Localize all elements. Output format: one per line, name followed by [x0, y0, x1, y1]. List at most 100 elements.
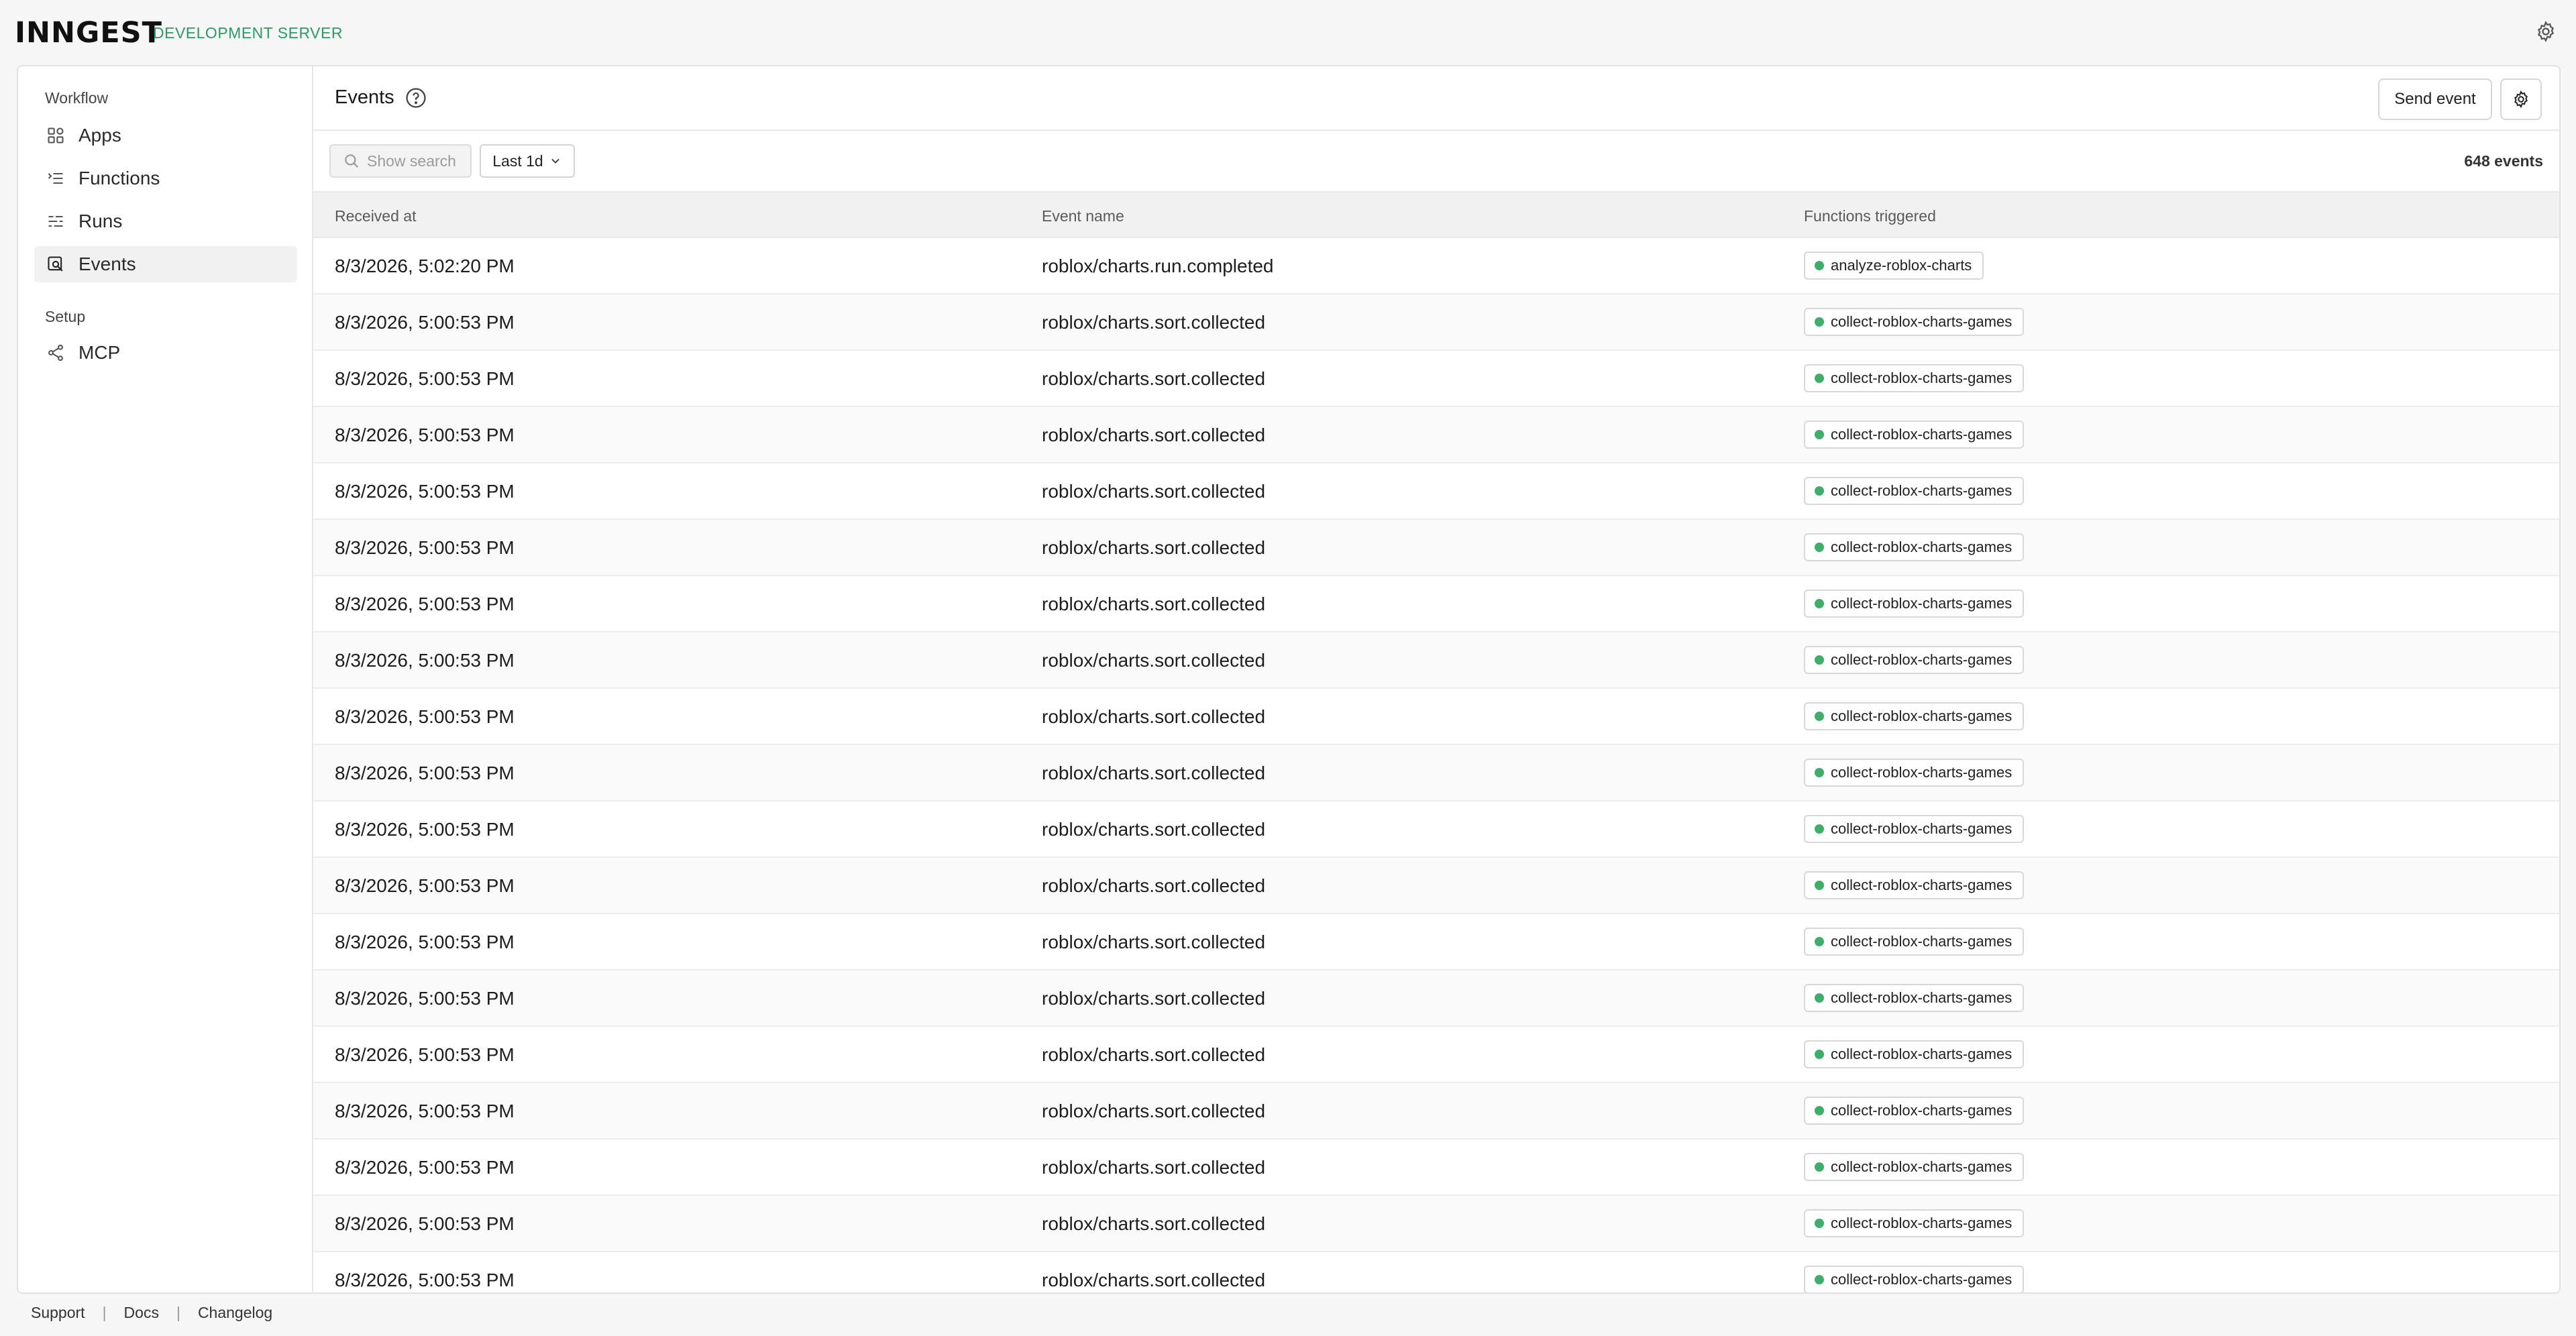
event-name-cell: roblox/charts.sort.collected	[1042, 706, 1266, 727]
function-name: collect-roblox-charts-games	[1831, 370, 2012, 386]
function-badge[interactable]: collect-roblox-charts-games	[1804, 308, 2025, 336]
status-dot-icon	[1815, 1162, 1824, 1172]
status-dot-icon	[1815, 881, 1824, 890]
received-at-cell: 8/3/2026, 5:02:20 PM	[335, 256, 515, 276]
table-row[interactable]: 8/3/2026, 5:00:53 PM roblox/charts.sort.c…	[313, 745, 2559, 801]
function-badge[interactable]: collect-roblox-charts-games	[1804, 815, 2025, 843]
search-toggle[interactable]: Show search	[329, 144, 472, 178]
sidebar-item-events[interactable]: Events	[34, 246, 297, 282]
function-badge[interactable]: collect-roblox-charts-games	[1804, 702, 2025, 730]
function-name: collect-roblox-charts-games	[1831, 482, 2012, 499]
sidebar-item-mcp[interactable]: MCP	[34, 335, 297, 371]
table-row[interactable]: 8/3/2026, 5:00:53 PM roblox/charts.sort.c…	[313, 1252, 2559, 1292]
events-icon	[46, 255, 65, 274]
event-name-cell: roblox/charts.sort.collected	[1042, 1213, 1266, 1234]
table-row[interactable]: 8/3/2026, 5:00:53 PM roblox/charts.sort.c…	[313, 520, 2559, 576]
function-badge[interactable]: collect-roblox-charts-games	[1804, 759, 2025, 787]
docs-link[interactable]: Docs	[124, 1304, 159, 1322]
sidebar-item-label: Apps	[78, 125, 121, 146]
function-badge[interactable]: analyze-roblox-charts	[1804, 252, 1984, 280]
sidebar-item-apps[interactable]: Apps	[34, 117, 297, 154]
function-name: collect-roblox-charts-games	[1831, 651, 2012, 668]
environment-label: DEVELOPMENT SERVER	[153, 24, 343, 42]
table-row[interactable]: 8/3/2026, 5:00:53 PM roblox/charts.sort.c…	[313, 351, 2559, 407]
table-row[interactable]: 8/3/2026, 5:00:53 PM roblox/charts.sort.c…	[313, 1139, 2559, 1196]
filter-toolbar: Show search Last 1d 648 events	[313, 131, 2559, 191]
function-badge[interactable]: collect-roblox-charts-games	[1804, 1266, 2025, 1292]
table-header: Received at Event name Functions trigger…	[313, 191, 2559, 238]
event-name-cell: roblox/charts.sort.collected	[1042, 425, 1266, 445]
column-header-functions-triggered[interactable]: Functions triggered	[1804, 207, 1936, 225]
event-name-cell: roblox/charts.sort.collected	[1042, 1101, 1266, 1121]
time-range-select[interactable]: Last 1d	[480, 144, 575, 178]
table-row[interactable]: 8/3/2026, 5:00:53 PM roblox/charts.sort.c…	[313, 463, 2559, 520]
event-name-cell: roblox/charts.sort.collected	[1042, 537, 1266, 558]
function-name: collect-roblox-charts-games	[1831, 539, 2012, 555]
page-title: Events	[335, 87, 394, 108]
table-row[interactable]: 8/3/2026, 5:00:53 PM roblox/charts.sort.c…	[313, 1083, 2559, 1139]
received-at-cell: 8/3/2026, 5:00:53 PM	[335, 1270, 515, 1290]
status-dot-icon	[1815, 1219, 1824, 1228]
function-badge[interactable]: collect-roblox-charts-games	[1804, 646, 2025, 674]
support-link[interactable]: Support	[31, 1304, 85, 1322]
sidebar-item-label: Runs	[78, 211, 123, 231]
function-name: collect-roblox-charts-games	[1831, 1271, 2012, 1288]
table-row[interactable]: 8/3/2026, 5:00:53 PM roblox/charts.sort.c…	[313, 1196, 2559, 1252]
logo[interactable]: INNGEST	[15, 16, 162, 50]
table-row[interactable]: 8/3/2026, 5:00:53 PM roblox/charts.sort.c…	[313, 689, 2559, 745]
function-badge[interactable]: collect-roblox-charts-games	[1804, 590, 2025, 618]
function-name: collect-roblox-charts-games	[1831, 764, 2012, 781]
status-dot-icon	[1815, 993, 1824, 1003]
function-badge[interactable]: collect-roblox-charts-games	[1804, 421, 2025, 449]
status-dot-icon	[1815, 261, 1824, 270]
sidebar-item-functions[interactable]: Functions	[34, 160, 297, 197]
function-badge[interactable]: collect-roblox-charts-games	[1804, 1040, 2025, 1068]
table-row[interactable]: 8/3/2026, 5:00:53 PM roblox/charts.sort.c…	[313, 632, 2559, 689]
function-name: collect-roblox-charts-games	[1831, 313, 2012, 330]
column-header-event-name[interactable]: Event name	[1042, 207, 1124, 225]
received-at-cell: 8/3/2026, 5:00:53 PM	[335, 1213, 515, 1234]
events-table-body: 8/3/2026, 5:02:20 PM roblox/charts.run.co…	[313, 238, 2559, 1292]
event-name-cell: roblox/charts.sort.collected	[1042, 481, 1266, 502]
table-row[interactable]: 8/3/2026, 5:02:20 PM roblox/charts.run.co…	[313, 238, 2559, 294]
function-badge[interactable]: collect-roblox-charts-games	[1804, 477, 2025, 505]
help-icon[interactable]	[405, 87, 427, 109]
content-header: Events Send event	[313, 66, 2559, 131]
table-row[interactable]: 8/3/2026, 5:00:53 PM roblox/charts.sort.c…	[313, 858, 2559, 914]
table-row[interactable]: 8/3/2026, 5:00:53 PM roblox/charts.sort.c…	[313, 576, 2559, 632]
table-row[interactable]: 8/3/2026, 5:00:53 PM roblox/charts.sort.c…	[313, 1027, 2559, 1083]
function-badge[interactable]: collect-roblox-charts-games	[1804, 533, 2025, 561]
received-at-cell: 8/3/2026, 5:00:53 PM	[335, 763, 515, 783]
received-at-cell: 8/3/2026, 5:00:53 PM	[335, 425, 515, 445]
status-dot-icon	[1815, 374, 1824, 383]
status-dot-icon	[1815, 486, 1824, 496]
function-badge[interactable]: collect-roblox-charts-games	[1804, 1097, 2025, 1125]
sidebar-item-runs[interactable]: Runs	[34, 203, 297, 239]
status-dot-icon	[1815, 599, 1824, 608]
column-header-received-at[interactable]: Received at	[335, 207, 416, 225]
table-row[interactable]: 8/3/2026, 5:00:53 PM roblox/charts.sort.c…	[313, 970, 2559, 1027]
received-at-cell: 8/3/2026, 5:00:53 PM	[335, 1044, 515, 1065]
table-row[interactable]: 8/3/2026, 5:00:53 PM roblox/charts.sort.c…	[313, 407, 2559, 463]
received-at-cell: 8/3/2026, 5:00:53 PM	[335, 1101, 515, 1121]
function-badge[interactable]: collect-roblox-charts-games	[1804, 1209, 2025, 1237]
received-at-cell: 8/3/2026, 5:00:53 PM	[335, 875, 515, 896]
sidebar-item-label: Events	[78, 254, 136, 274]
events-content: Events Send event Show search Last 1d 64…	[313, 66, 2559, 1292]
function-badge[interactable]: collect-roblox-charts-games	[1804, 364, 2025, 392]
table-settings-button[interactable]	[2500, 78, 2542, 120]
table-row[interactable]: 8/3/2026, 5:00:53 PM roblox/charts.sort.c…	[313, 914, 2559, 970]
function-name: collect-roblox-charts-games	[1831, 989, 2012, 1006]
divider: |	[176, 1304, 180, 1321]
send-event-button[interactable]: Send event	[2378, 78, 2492, 120]
status-dot-icon	[1815, 824, 1824, 834]
function-badge[interactable]: collect-roblox-charts-games	[1804, 1153, 2025, 1181]
function-badge[interactable]: collect-roblox-charts-games	[1804, 928, 2025, 956]
gear-icon[interactable]	[2534, 20, 2557, 43]
changelog-link[interactable]: Changelog	[198, 1304, 272, 1322]
function-badge[interactable]: collect-roblox-charts-games	[1804, 871, 2025, 899]
function-name: collect-roblox-charts-games	[1831, 1102, 2012, 1119]
table-row[interactable]: 8/3/2026, 5:00:53 PM roblox/charts.sort.c…	[313, 294, 2559, 351]
function-badge[interactable]: collect-roblox-charts-games	[1804, 984, 2025, 1012]
table-row[interactable]: 8/3/2026, 5:00:53 PM roblox/charts.sort.c…	[313, 801, 2559, 858]
